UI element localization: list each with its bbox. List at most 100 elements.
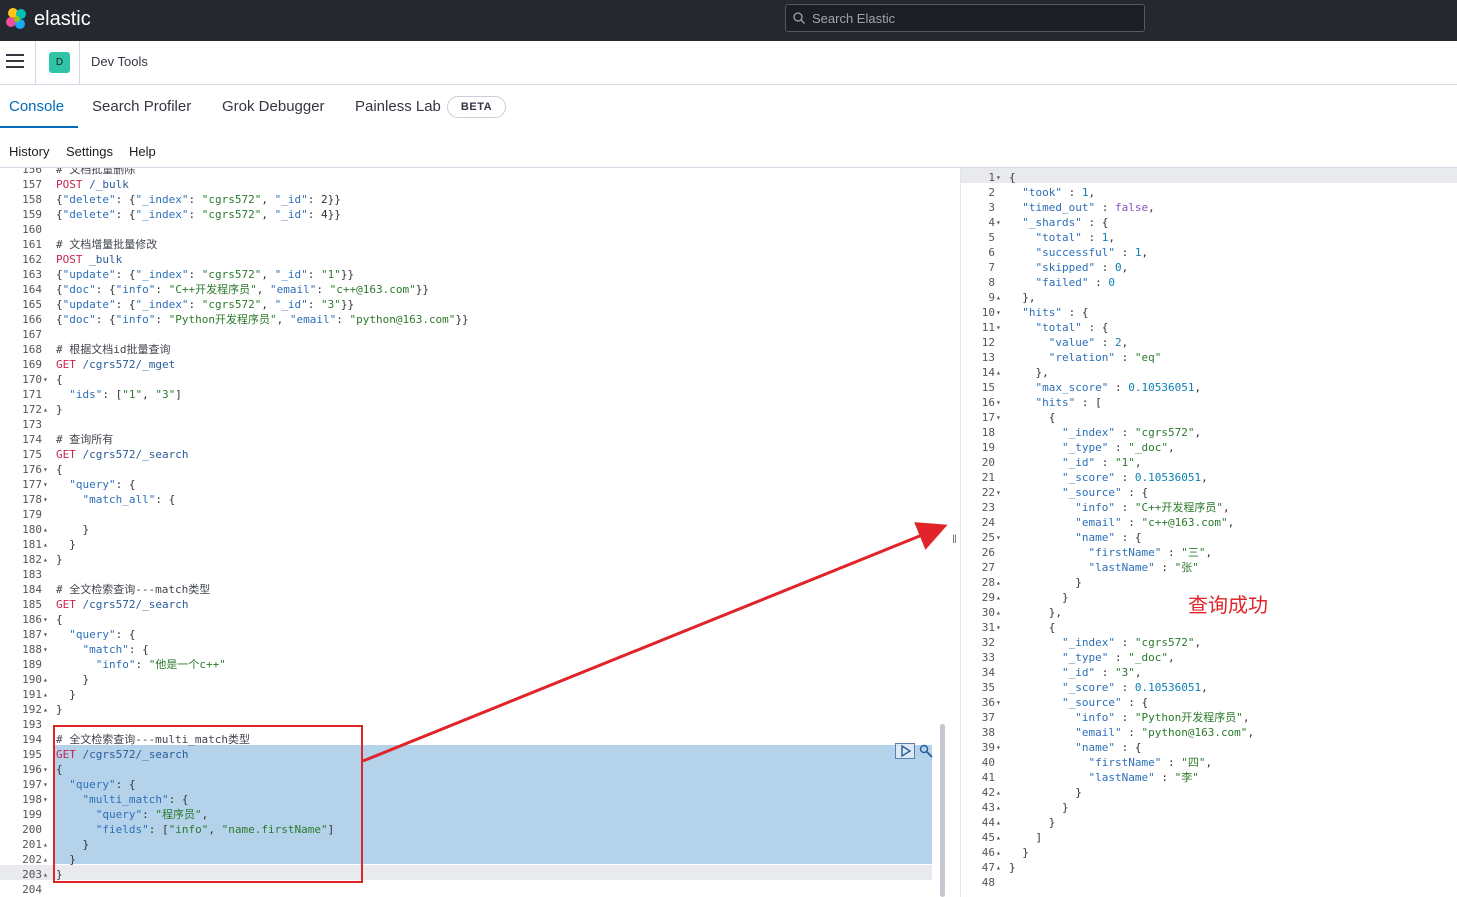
fold-open-icon[interactable]: ▾ bbox=[996, 485, 1001, 500]
search-input[interactable] bbox=[812, 9, 1132, 27]
fold-close-icon[interactable]: ▴ bbox=[996, 575, 1001, 590]
fold-open-icon[interactable]: ▾ bbox=[43, 642, 48, 657]
editor-line[interactable]: 180 ▴ } bbox=[0, 522, 948, 537]
fold-close-icon[interactable]: ▴ bbox=[43, 672, 48, 687]
output-line[interactable]: 39 ▾ "name" : { bbox=[961, 740, 1457, 755]
editor-line[interactable]: 172 ▴} bbox=[0, 402, 948, 417]
output-line[interactable]: 42 ▴ } bbox=[961, 785, 1457, 800]
editor-line[interactable]: 204 bbox=[0, 882, 948, 897]
hamburger-menu-icon[interactable] bbox=[6, 54, 24, 70]
editor-line[interactable]: 164 {"doc": {"info": "C++开发程序员", "email":… bbox=[0, 282, 948, 297]
fold-close-icon[interactable]: ▴ bbox=[996, 800, 1001, 815]
editor-line[interactable]: 178 ▾ "match_all": { bbox=[0, 492, 948, 507]
output-line[interactable]: 31 ▾ { bbox=[961, 620, 1457, 635]
output-line[interactable]: 45 ▴ ] bbox=[961, 830, 1457, 845]
editor-line[interactable]: 188 ▾ "match": { bbox=[0, 642, 948, 657]
output-line[interactable]: 44 ▴ } bbox=[961, 815, 1457, 830]
output-line[interactable]: 33 "_type" : "_doc", bbox=[961, 650, 1457, 665]
output-line[interactable]: 12 "value" : 2, bbox=[961, 335, 1457, 350]
output-line[interactable]: 22 ▾ "_source" : { bbox=[961, 485, 1457, 500]
editor-line[interactable]: 184 # 全文检索查询---match类型 bbox=[0, 582, 948, 597]
editor-line[interactable]: 170 ▾ { bbox=[0, 372, 948, 387]
output-line[interactable]: 17 ▾ { bbox=[961, 410, 1457, 425]
editor-line[interactable]: 179 bbox=[0, 507, 948, 522]
fold-open-icon[interactable]: ▾ bbox=[996, 395, 1001, 410]
tab-console[interactable]: Console bbox=[9, 98, 64, 115]
fold-open-icon[interactable]: ▾ bbox=[43, 627, 48, 642]
output-line[interactable]: 47 ▴} bbox=[961, 860, 1457, 875]
fold-close-icon[interactable]: ▴ bbox=[43, 702, 48, 717]
editor-line[interactable]: 163 {"update": {"_index": "cgrs572", "_id… bbox=[0, 267, 948, 282]
fold-close-icon[interactable]: ▴ bbox=[43, 837, 48, 852]
elastic-logo-icon[interactable] bbox=[4, 6, 30, 32]
fold-close-icon[interactable]: ▴ bbox=[996, 815, 1001, 830]
output-line[interactable]: 4 ▾ "_shards" : { bbox=[961, 215, 1457, 230]
output-line[interactable]: 7 "skipped" : 0, bbox=[961, 260, 1457, 275]
history-link[interactable]: History bbox=[9, 144, 49, 159]
output-line[interactable]: 37 "info" : "Python开发程序员", bbox=[961, 710, 1457, 725]
output-line[interactable]: 25 ▾ "name" : { bbox=[961, 530, 1457, 545]
editor-line[interactable]: 159 {"delete": {"_index": "cgrs572", "_id… bbox=[0, 207, 948, 222]
output-line[interactable]: 3 "timed_out" : false, bbox=[961, 200, 1457, 215]
output-line[interactable]: 23 "info" : "C++开发程序员", bbox=[961, 500, 1457, 515]
editor-scrollbar[interactable] bbox=[940, 724, 945, 897]
output-line[interactable]: 40 "firstName" : "四", bbox=[961, 755, 1457, 770]
output-line[interactable]: 35 "_score" : 0.10536051, bbox=[961, 680, 1457, 695]
editor-line[interactable]: 183 bbox=[0, 567, 948, 582]
output-line[interactable]: 26 "firstName" : "三", bbox=[961, 545, 1457, 560]
output-line[interactable]: 38 "email" : "python@163.com", bbox=[961, 725, 1457, 740]
output-line[interactable]: 36 ▾ "_source" : { bbox=[961, 695, 1457, 710]
output-line[interactable]: 2 "took" : 1, bbox=[961, 185, 1457, 200]
fold-close-icon[interactable]: ▴ bbox=[43, 552, 48, 567]
fold-close-icon[interactable]: ▴ bbox=[996, 590, 1001, 605]
settings-link[interactable]: Settings bbox=[66, 144, 113, 159]
fold-close-icon[interactable]: ▴ bbox=[996, 860, 1001, 875]
fold-open-icon[interactable]: ▾ bbox=[43, 762, 48, 777]
tab-grok-debugger[interactable]: Grok Debugger bbox=[222, 98, 325, 115]
send-request-icon[interactable] bbox=[895, 743, 915, 759]
output-line[interactable]: 8 "failed" : 0 bbox=[961, 275, 1457, 290]
editor-line[interactable]: 190 ▴ } bbox=[0, 672, 948, 687]
editor-line[interactable]: 174 # 查询所有 bbox=[0, 432, 948, 447]
fold-close-icon[interactable]: ▴ bbox=[43, 867, 48, 882]
fold-open-icon[interactable]: ▾ bbox=[43, 612, 48, 627]
editor-line[interactable]: 173 bbox=[0, 417, 948, 432]
output-line[interactable]: 9 ▴ }, bbox=[961, 290, 1457, 305]
fold-open-icon[interactable]: ▾ bbox=[43, 462, 48, 477]
output-line[interactable]: 16 ▾ "hits" : [ bbox=[961, 395, 1457, 410]
output-line[interactable]: 15 "max_score" : 0.10536051, bbox=[961, 380, 1457, 395]
fold-open-icon[interactable]: ▾ bbox=[996, 620, 1001, 635]
fold-close-icon[interactable]: ▴ bbox=[996, 605, 1001, 620]
editor-line[interactable]: 167 bbox=[0, 327, 948, 342]
output-line[interactable]: 5 "total" : 1, bbox=[961, 230, 1457, 245]
editor-line[interactable]: 177 ▾ "query": { bbox=[0, 477, 948, 492]
output-line[interactable]: 20 "_id" : "1", bbox=[961, 455, 1457, 470]
fold-close-icon[interactable]: ▴ bbox=[996, 785, 1001, 800]
wrench-icon[interactable] bbox=[918, 743, 934, 759]
fold-close-icon[interactable]: ▴ bbox=[996, 365, 1001, 380]
fold-close-icon[interactable]: ▴ bbox=[43, 687, 48, 702]
fold-open-icon[interactable]: ▾ bbox=[996, 215, 1001, 230]
fold-open-icon[interactable]: ▾ bbox=[43, 372, 48, 387]
fold-close-icon[interactable]: ▴ bbox=[43, 852, 48, 867]
tab-search-profiler[interactable]: Search Profiler bbox=[92, 98, 191, 115]
output-line[interactable]: 32 "_index" : "cgrs572", bbox=[961, 635, 1457, 650]
output-line[interactable]: 43 ▴ } bbox=[961, 800, 1457, 815]
fold-close-icon[interactable]: ▴ bbox=[996, 290, 1001, 305]
editor-line[interactable]: 186 ▾ { bbox=[0, 612, 948, 627]
fold-close-icon[interactable]: ▴ bbox=[43, 537, 48, 552]
fold-open-icon[interactable]: ▾ bbox=[996, 740, 1001, 755]
fold-close-icon[interactable]: ▴ bbox=[43, 402, 48, 417]
editor-line[interactable]: 168 # 根据文档id批量查询 bbox=[0, 342, 948, 357]
editor-line[interactable]: 162 POST _bulk bbox=[0, 252, 948, 267]
output-line[interactable]: 21 "_score" : 0.10536051, bbox=[961, 470, 1457, 485]
editor-line[interactable]: 189 "info": "他是一个c++" bbox=[0, 657, 948, 672]
editor-line[interactable]: 158 {"delete": {"_index": "cgrs572", "_id… bbox=[0, 192, 948, 207]
editor-line[interactable]: 187 ▾ "query": { bbox=[0, 627, 948, 642]
fold-close-icon[interactable]: ▴ bbox=[996, 845, 1001, 860]
editor-line[interactable]: 182 ▴} bbox=[0, 552, 948, 567]
output-line[interactable]: 41 "lastName" : "李" bbox=[961, 770, 1457, 785]
editor-line[interactable]: 191 ▴ } bbox=[0, 687, 948, 702]
editor-line[interactable]: 181 ▴ } bbox=[0, 537, 948, 552]
editor-line[interactable]: 166 {"doc": {"info": "Python开发程序员", "emai… bbox=[0, 312, 948, 327]
